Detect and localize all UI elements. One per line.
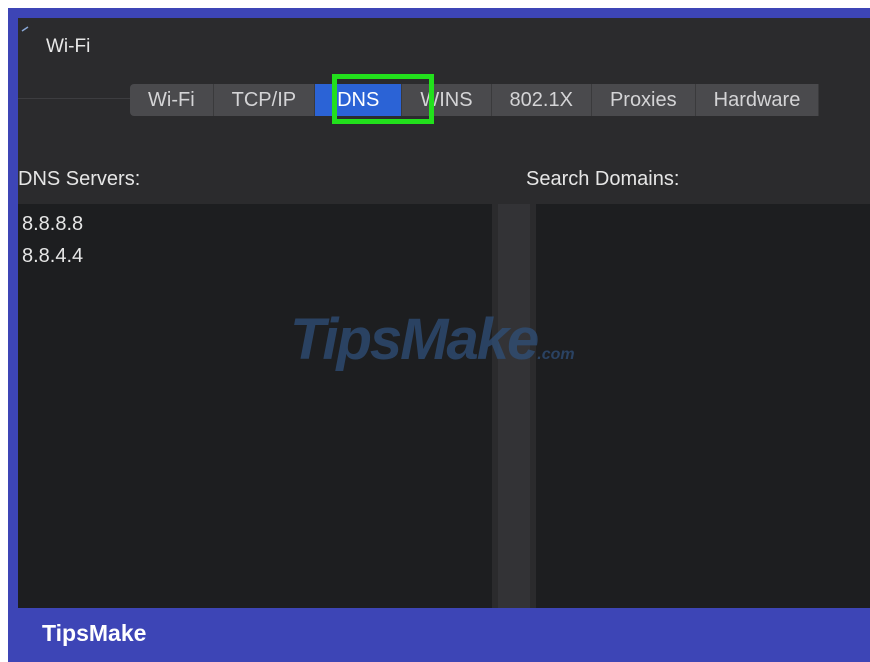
tab-8021x[interactable]: 802.1X xyxy=(492,84,592,116)
search-domains-list[interactable] xyxy=(536,204,870,608)
tab-hardware[interactable]: Hardware xyxy=(696,84,820,116)
tab-wifi[interactable]: Wi-Fi xyxy=(130,84,214,116)
dns-servers-list[interactable]: 8.8.8.8 8.8.4.4 xyxy=(18,204,492,608)
network-settings-window: Wi-Fi Wi-Fi TCP/IP DNS WINS 802.1X Proxi… xyxy=(18,18,870,608)
dns-servers-label: DNS Servers: xyxy=(18,168,141,190)
back-arrow-icon[interactable] xyxy=(20,26,30,36)
tab-proxies[interactable]: Proxies xyxy=(592,84,696,116)
dns-server-entry[interactable]: 8.8.4.4 xyxy=(22,240,83,272)
tab-bar: Wi-Fi TCP/IP DNS WINS 802.1X Proxies Har… xyxy=(130,84,820,116)
tab-divider-line xyxy=(18,98,138,99)
watermark-logo: TipsMake.com xyxy=(290,306,575,373)
panel-splitter xyxy=(498,204,530,608)
window-title: Wi-Fi xyxy=(46,36,91,57)
titlebar: Wi-Fi xyxy=(18,18,870,76)
watermark-text: TipsMake xyxy=(290,307,539,372)
tab-wins[interactable]: WINS xyxy=(402,84,492,116)
search-domains-label: Search Domains: xyxy=(526,168,680,190)
watermark-suffix: .com xyxy=(537,346,575,363)
dns-server-entry[interactable]: 8.8.8.8 xyxy=(22,208,83,240)
tab-dns[interactable]: DNS xyxy=(315,84,403,116)
tab-tcpip[interactable]: TCP/IP xyxy=(214,84,316,116)
footer-brand: TipsMake xyxy=(42,620,147,646)
frame: Wi-Fi Wi-Fi TCP/IP DNS WINS 802.1X Proxi… xyxy=(8,8,870,662)
